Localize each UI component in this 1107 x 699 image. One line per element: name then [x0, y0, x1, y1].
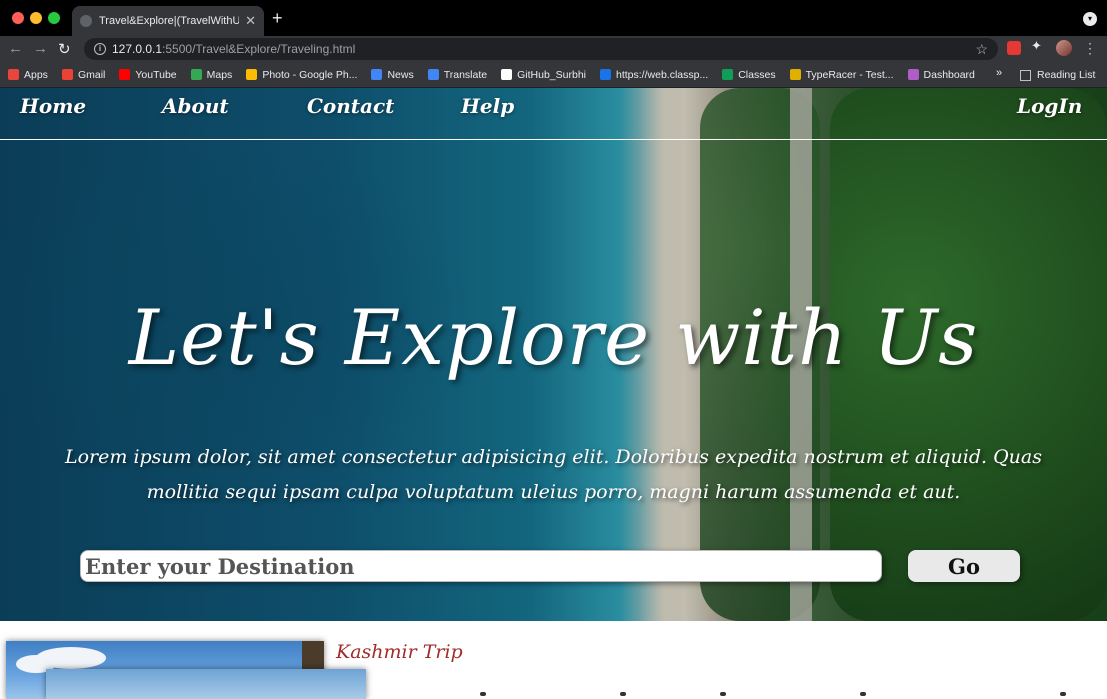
nav-about[interactable]: About [162, 94, 229, 118]
bookmark-item[interactable]: Apps [8, 69, 48, 81]
browser-tab[interactable]: Travel&Explore|(TravelWithUs... ✕ [72, 6, 264, 36]
close-window-button[interactable] [12, 12, 24, 24]
maximize-window-button[interactable] [48, 12, 60, 24]
typeracer-icon [789, 69, 801, 80]
rock-detail [302, 641, 324, 671]
bookmark-item[interactable]: Gmail [61, 68, 106, 81]
address-bar[interactable]: i 127.0.0.1:5500/Travel&Explore/Travelin… [84, 38, 998, 60]
minimize-window-button[interactable] [30, 12, 42, 24]
back-arrow-icon[interactable]: ← [8, 40, 23, 57]
text-fragment [860, 692, 866, 696]
browser-chrome: Travel&Explore|(TravelWithUs... ✕ + ▾ ← … [0, 0, 1107, 88]
bookmark-label: GitHub_Surbhi [517, 68, 586, 81]
bookmark-label: Dashboard [923, 68, 975, 81]
text-fragment [480, 692, 486, 696]
page-viewport: Home About Contact Help LogIn Let's Expl… [0, 88, 1107, 699]
hero-section: Home About Contact Help LogIn Let's Expl… [0, 88, 1107, 621]
bookmark-item[interactable]: GitHub_Surbhi [501, 69, 586, 81]
bookmark-label: Maps [206, 68, 233, 81]
dashboard-icon [907, 69, 919, 80]
bookmark-label: Photo - Google Ph... [262, 68, 358, 81]
bookmark-label: YouTube [135, 68, 177, 81]
site-info-icon[interactable]: i [94, 43, 106, 55]
nav-login[interactable]: LogIn [1017, 94, 1082, 118]
profile-avatar[interactable] [1056, 40, 1072, 56]
bookmark-label: TypeRacer - Test... [805, 68, 894, 81]
nav-contact[interactable]: Contact [307, 94, 394, 118]
reload-icon[interactable]: ↻ [58, 40, 71, 58]
hero-subtext: Lorem ipsum dolor, sit amet consectetur … [65, 446, 1042, 503]
browser-toolbar: ← → ↻ i 127.0.0.1:5500/Travel&Explore/Tr… [0, 36, 1107, 62]
browser-menu-icon[interactable]: ⋮ [1083, 40, 1097, 57]
youtube-icon [119, 69, 131, 80]
bookmark-item[interactable]: Classes [722, 68, 776, 81]
tab-title: Travel&Explore|(TravelWithUs... [99, 15, 240, 27]
more-bookmarks-button[interactable]: » [996, 67, 1002, 79]
text-fragment [720, 692, 726, 696]
close-tab-icon[interactable]: ✕ [245, 13, 256, 29]
bookmark-item[interactable]: Maps [190, 68, 233, 81]
apps-grid-icon [8, 69, 19, 80]
classroom-icon [722, 69, 734, 80]
github-icon [501, 69, 513, 80]
bookmark-label: Gmail [77, 68, 106, 81]
text-fragment [620, 692, 626, 696]
bookmark-label: https://web.classp... [616, 68, 709, 81]
bookmark-item[interactable]: Dashboard [907, 68, 975, 81]
tab-strip: Travel&Explore|(TravelWithUs... ✕ + ▾ [0, 0, 1107, 36]
maps-icon [190, 69, 202, 80]
kashmir-trip-image-secondary [46, 669, 366, 699]
reading-list-icon [1020, 69, 1031, 81]
extension-icon[interactable] [1007, 41, 1021, 55]
classplus-icon [600, 69, 611, 80]
tab-search-icon[interactable]: ▾ [1083, 12, 1097, 26]
bookmarks-bar: Apps Gmail YouTube Maps Photo - Google Ph...… [0, 62, 1107, 88]
gmail-icon [61, 69, 73, 80]
bookmark-item[interactable]: News [371, 68, 414, 81]
url-path: :5500/Travel&Explore/Traveling.html [162, 42, 356, 56]
puzzle-extensions-icon[interactable]: ✦ [1031, 38, 1045, 53]
reading-list-label: Reading List [1037, 69, 1096, 81]
news-icon [371, 69, 383, 80]
bookmark-item[interactable]: Photo - Google Ph... [246, 69, 357, 81]
new-tab-button[interactable]: + [272, 8, 283, 29]
bookmark-item[interactable]: TypeRacer - Test... [789, 68, 894, 81]
destination-search-input[interactable] [80, 550, 882, 582]
forward-arrow-icon[interactable]: → [33, 40, 48, 57]
go-button[interactable]: Go [908, 550, 1020, 582]
nav-help[interactable]: Help [461, 94, 514, 118]
nav-home[interactable]: Home [20, 94, 86, 118]
reading-list-button[interactable]: Reading List [1020, 62, 1095, 88]
trip-title: Kashmir Trip [336, 641, 463, 663]
url-host: 127.0.0.1 [112, 42, 163, 56]
bookmark-star-icon[interactable]: ☆ [975, 41, 988, 58]
bookmark-label: Apps [24, 68, 48, 81]
bookmark-label: News [387, 68, 414, 81]
bookmark-label: Translate [443, 68, 488, 81]
photos-icon [246, 69, 258, 80]
bookmark-label: Classes [738, 68, 776, 81]
bookmark-item[interactable]: https://web.classp... [600, 69, 708, 81]
text-fragment [1060, 692, 1066, 696]
translate-icon [427, 69, 439, 80]
hero-headline: Let's Explore with Us [128, 293, 979, 382]
bookmark-item[interactable]: Translate [427, 68, 488, 81]
top-navigation: Home About Contact Help LogIn [0, 88, 1107, 140]
bookmark-item[interactable]: YouTube [119, 68, 177, 81]
globe-icon [80, 15, 92, 27]
